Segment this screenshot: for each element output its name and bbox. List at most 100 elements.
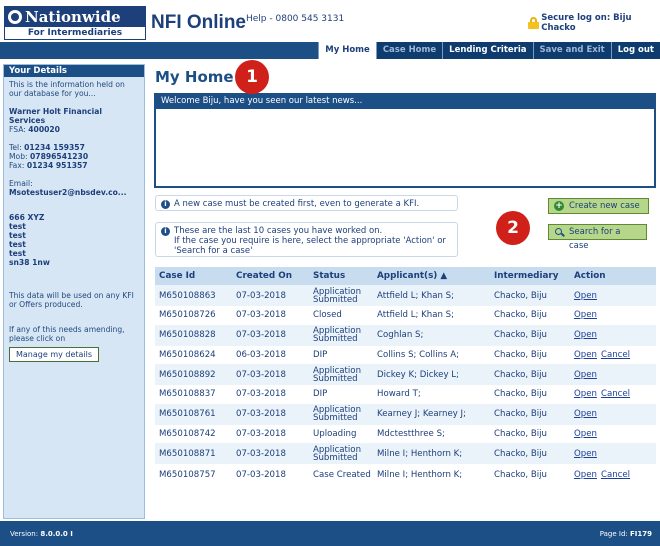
intermediary-cell: Chacko, Biju — [490, 306, 570, 325]
app-title: NFI Online — [151, 12, 246, 33]
status-cell: Case Created — [309, 464, 373, 485]
your-details-title: Your Details — [4, 65, 144, 77]
open-case-link[interactable]: Open — [574, 409, 597, 419]
address-line: sn38 1nw — [9, 258, 50, 267]
applicants-cell: Kearney J; Kearney J; — [373, 403, 490, 425]
plus-icon: + — [554, 201, 564, 211]
table-row: M650108892 07-03-2018 Application Submitte… — [155, 364, 656, 385]
action-cell: Open Cancel — [570, 464, 656, 485]
tab-lending-criteria[interactable]: Lending Criteria — [442, 42, 533, 59]
tab-log-out[interactable]: Log out — [610, 42, 660, 59]
intermediary-cell: Chacko, Biju — [490, 285, 570, 306]
status-cell: DIP — [309, 385, 373, 404]
intermediary-cell: Chacko, Biju — [490, 403, 570, 425]
intermediary-cell: Chacko, Biju — [490, 443, 570, 464]
created-on-cell: 07-03-2018 — [232, 424, 309, 443]
news-panel: Welcome Biju, have you seen our latest n… — [154, 93, 656, 188]
status-cell: Application Submitted — [309, 364, 373, 385]
action-cell: Open — [570, 443, 656, 464]
table-row: M650108742 07-03-2018 Uploading Mdctestthre… — [155, 424, 656, 443]
table-row: M650108757 07-03-2018 Case Created Milne I;… — [155, 464, 656, 485]
status-cell: Closed — [309, 306, 373, 325]
column-header: Case Id — [155, 267, 232, 285]
tab-case-home[interactable]: Case Home — [375, 42, 443, 59]
case-id-cell: M650108892 — [155, 364, 232, 385]
search-for-a-case-button[interactable]: Search for a case — [548, 224, 647, 251]
manage-my-details-button[interactable]: Manage my details — [9, 347, 100, 362]
applicants-cell: Howard T; — [373, 385, 490, 404]
callout-badge-2: 2 — [496, 211, 530, 245]
cancel-case-link[interactable]: Cancel — [601, 350, 630, 360]
tab-save-and-exit[interactable]: Save and Exit — [532, 42, 611, 59]
open-case-link[interactable]: Open — [574, 449, 597, 459]
applicants-cell: Milne I; Henthorn K; — [373, 443, 490, 464]
action-cell: Open — [570, 324, 656, 346]
action-cell: Open — [570, 306, 656, 325]
kfi-info-box: i A new case must be created first, even… — [155, 195, 458, 211]
open-case-link[interactable]: Open — [574, 370, 597, 380]
action-cell: Open — [570, 364, 656, 385]
open-case-link[interactable]: Open — [574, 470, 597, 480]
created-on-cell: 06-03-2018 — [232, 345, 309, 364]
created-on-cell: 07-03-2018 — [232, 464, 309, 485]
version-info: Version: 8.0.0.0 I — [10, 530, 73, 538]
secure-login-status: Secure log on: Biju Chacko — [528, 13, 660, 33]
case-id-cell: M650108871 — [155, 443, 232, 464]
open-case-link[interactable]: Open — [574, 429, 597, 439]
applicants-cell: Dickey K; Dickey L; — [373, 364, 490, 385]
open-case-link[interactable]: Open — [574, 330, 597, 340]
applicants-cell: Mdctestthree S; — [373, 424, 490, 443]
intermediary-cell: Chacko, Biju — [490, 385, 570, 404]
tab-my-home[interactable]: My Home — [318, 42, 376, 59]
created-on-cell: 07-03-2018 — [232, 324, 309, 346]
status-cell: Application Submitted — [309, 403, 373, 425]
address-block: 666 XYZ test test test test sn38 1nw — [4, 213, 144, 267]
address-line: test — [9, 222, 26, 231]
table-row: M650108726 07-03-2018 Closed Attfield L; Kh… — [155, 306, 656, 325]
status-cell: Uploading — [309, 424, 373, 443]
mob-number: Mob: 07896541230 — [9, 152, 89, 161]
header: Nationwide For Intermediaries NFI Online… — [0, 0, 660, 42]
intermediary-cell: Chacko, Biju — [490, 324, 570, 346]
table-row: M650108761 07-03-2018 Application Submitte… — [155, 403, 656, 425]
action-cell: Open — [570, 424, 656, 443]
cancel-case-link[interactable]: Cancel — [601, 470, 630, 480]
action-cell: Open — [570, 403, 656, 425]
case-id-cell: M650108757 — [155, 464, 232, 485]
data-usage-note: This data will be used on any KFI or Off… — [9, 291, 134, 309]
tel-number: Tel: 01234 159357 — [9, 143, 85, 152]
created-on-cell: 07-03-2018 — [232, 385, 309, 404]
cancel-case-link[interactable]: Cancel — [601, 389, 630, 399]
open-case-link[interactable]: Open — [574, 350, 597, 360]
status-cell: DIP — [309, 345, 373, 364]
email-label: Email: — [9, 179, 33, 188]
column-header: Status — [309, 267, 373, 285]
case-id-cell: M650108624 — [155, 345, 232, 364]
callout-badge-1: 1 — [235, 60, 269, 94]
applicants-cell: Milne I; Henthorn K; — [373, 464, 490, 485]
status-cell: Application Submitted — [309, 324, 373, 346]
nationwide-logo[interactable]: Nationwide For Intermediaries — [4, 6, 146, 40]
intermediary-cell: Chacko, Biju — [490, 464, 570, 485]
fax-number: Fax: 01234 951357 — [9, 161, 88, 170]
page-title: My Home — [155, 68, 234, 86]
case-id-cell: M650108726 — [155, 306, 232, 325]
open-case-link[interactable]: Open — [574, 389, 597, 399]
email-address: Msotestuser2@nbsdev.co... — [9, 188, 127, 197]
column-header[interactable]: Applicant(s) ▲ — [373, 267, 490, 285]
table-row: M650108624 06-03-2018 DIP Collins S; Collin… — [155, 345, 656, 364]
status-cell: Application Submitted — [309, 443, 373, 464]
created-on-cell: 07-03-2018 — [232, 364, 309, 385]
case-id-cell: M650108828 — [155, 324, 232, 346]
case-id-cell: M650108863 — [155, 285, 232, 306]
create-new-case-button[interactable]: + Create new case — [548, 198, 649, 214]
address-line: 666 XYZ — [9, 213, 45, 222]
table-row: M650108863 07-03-2018 Application Submitte… — [155, 285, 656, 306]
table-row: M650108871 07-03-2018 Application Submitte… — [155, 443, 656, 464]
search-icon — [555, 228, 562, 235]
intermediary-cell: Chacko, Biju — [490, 345, 570, 364]
top-nav-bar: My Home Case Home Lending Criteria Save and… — [0, 42, 660, 59]
open-case-link[interactable]: Open — [574, 310, 597, 320]
open-case-link[interactable]: Open — [574, 291, 597, 301]
applicants-cell: Collins S; Collins A; — [373, 345, 490, 364]
